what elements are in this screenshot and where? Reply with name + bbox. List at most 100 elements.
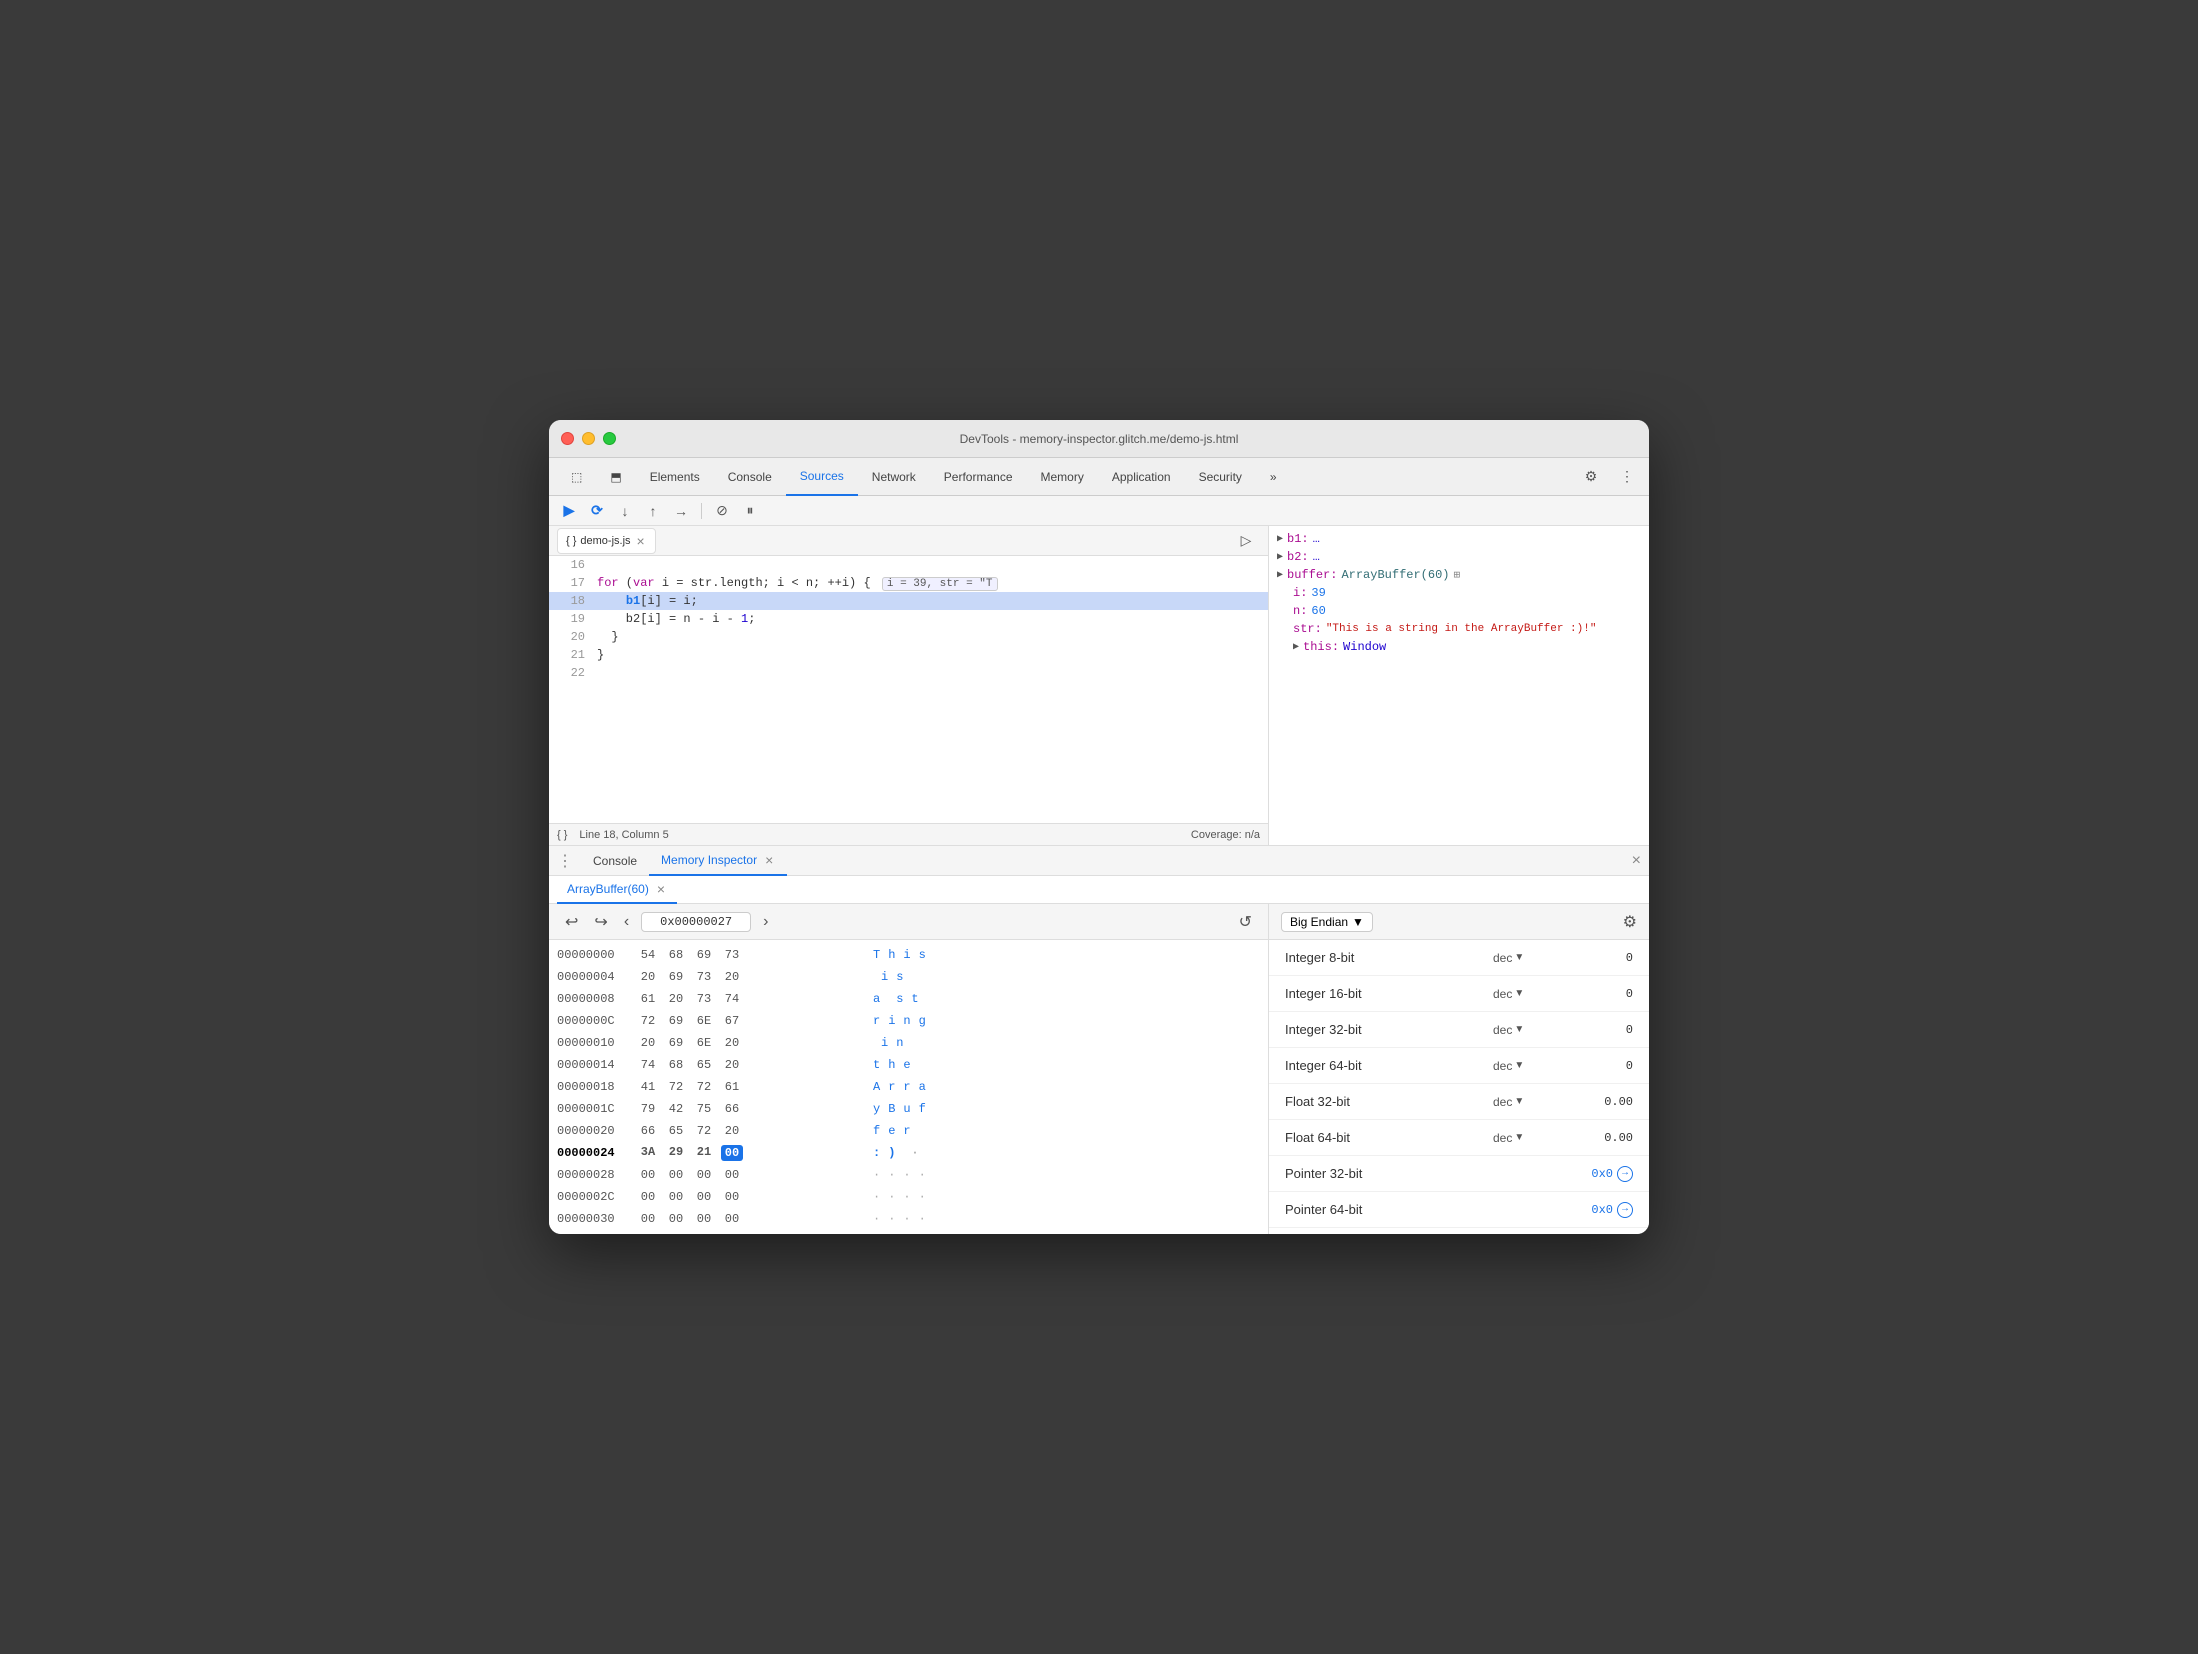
hex-char[interactable]: f xyxy=(919,1102,926,1116)
tab-cursor[interactable]: ⬚ xyxy=(557,458,596,496)
hex-byte[interactable]: 20 xyxy=(721,1036,743,1050)
hex-byte[interactable]: 73 xyxy=(693,992,715,1006)
hex-byte[interactable]: 69 xyxy=(665,1014,687,1028)
hex-byte[interactable]: 79 xyxy=(637,1102,659,1116)
hex-byte[interactable]: 00 xyxy=(637,1212,659,1226)
hex-char[interactable]: h xyxy=(888,1058,895,1072)
hex-char[interactable]: B xyxy=(888,1102,895,1116)
hex-char[interactable]: · xyxy=(888,1190,895,1204)
tab-network[interactable]: Network xyxy=(858,458,930,496)
hex-byte[interactable]: 00 xyxy=(721,1190,743,1204)
hex-byte[interactable]: 00 xyxy=(665,1168,687,1182)
hex-byte[interactable]: 42 xyxy=(665,1102,687,1116)
tab-drawer[interactable]: ⬒ xyxy=(596,458,635,496)
hex-byte[interactable]: 74 xyxy=(637,1058,659,1072)
hex-byte[interactable]: 68 xyxy=(665,948,687,962)
hex-byte[interactable]: 20 xyxy=(721,1058,743,1072)
hex-char[interactable]: i xyxy=(888,1014,895,1028)
tab-elements[interactable]: Elements xyxy=(636,458,714,496)
tab-application[interactable]: Application xyxy=(1098,458,1185,496)
hex-byte[interactable]: 00 xyxy=(637,1190,659,1204)
hex-char[interactable]: · xyxy=(919,1212,926,1226)
hex-char[interactable]: f xyxy=(873,1124,880,1138)
value-settings-icon[interactable]: ⚙ xyxy=(1623,912,1637,932)
memory-icon[interactable]: ⊞ xyxy=(1453,568,1460,582)
source-format-icon[interactable]: ▷ xyxy=(1232,527,1260,555)
hex-byte[interactable]: 29 xyxy=(665,1145,687,1161)
hex-char[interactable]: i xyxy=(881,1036,888,1050)
hex-byte[interactable]: 00 xyxy=(665,1212,687,1226)
format-select[interactable]: dec▼ xyxy=(1493,1059,1553,1073)
format-select[interactable]: dec▼ xyxy=(1493,987,1553,1001)
hex-byte[interactable]: 72 xyxy=(665,1080,687,1094)
undo-icon[interactable]: ↩ xyxy=(561,910,582,934)
format-select[interactable]: dec▼ xyxy=(1493,1131,1553,1145)
hex-char[interactable]: · xyxy=(873,1168,880,1182)
maximize-button[interactable] xyxy=(603,432,616,445)
hex-char[interactable]: s xyxy=(896,970,903,984)
hex-char[interactable]: r xyxy=(873,1014,880,1028)
tab-sources[interactable]: Sources xyxy=(786,458,858,496)
hex-byte[interactable]: 72 xyxy=(693,1080,715,1094)
hex-byte[interactable]: 6E xyxy=(693,1014,715,1028)
step-button[interactable]: → xyxy=(669,499,693,523)
breakpoints-icon[interactable]: ⊘ xyxy=(710,499,734,523)
refresh-icon[interactable]: ↺ xyxy=(1235,910,1256,934)
hex-byte[interactable]: 61 xyxy=(637,992,659,1006)
hex-char[interactable]: : xyxy=(873,1146,880,1160)
hex-byte[interactable]: 66 xyxy=(721,1102,743,1116)
hex-byte[interactable]: 41 xyxy=(637,1080,659,1094)
hex-byte[interactable]: 72 xyxy=(637,1014,659,1028)
tab-performance[interactable]: Performance xyxy=(930,458,1027,496)
hex-char[interactable]: e xyxy=(888,1124,895,1138)
next-address-button[interactable]: › xyxy=(759,911,772,933)
address-input[interactable] xyxy=(641,912,751,932)
format-select[interactable]: dec▼ xyxy=(1493,951,1553,965)
hex-byte[interactable]: 20 xyxy=(665,992,687,1006)
hex-char[interactable]: · xyxy=(919,1168,926,1182)
resume-button[interactable]: ▶ xyxy=(557,499,581,523)
hex-char[interactable]: n xyxy=(903,1014,910,1028)
hex-char[interactable]: i xyxy=(903,948,910,962)
settings-icon[interactable]: ⚙ xyxy=(1577,463,1605,491)
hex-char[interactable]: · xyxy=(903,1212,910,1226)
hex-char[interactable]: t xyxy=(911,992,918,1006)
hex-byte[interactable]: 69 xyxy=(693,948,715,962)
hex-char[interactable]: t xyxy=(873,1058,880,1072)
hex-byte[interactable]: 68 xyxy=(665,1058,687,1072)
hex-byte[interactable]: 21 xyxy=(693,1145,715,1161)
memory-inspector-close-icon[interactable]: × xyxy=(763,852,775,868)
hex-byte[interactable]: 54 xyxy=(637,948,659,962)
hex-char[interactable]: e xyxy=(903,1058,910,1072)
step-over-button[interactable]: ⟳ xyxy=(585,499,609,523)
hex-byte[interactable]: 00 xyxy=(693,1212,715,1226)
hex-char[interactable]: a xyxy=(919,1080,926,1094)
hex-char[interactable]: s xyxy=(919,948,926,962)
hex-byte[interactable]: 00 xyxy=(721,1145,743,1161)
hex-char[interactable]: ) xyxy=(888,1146,895,1160)
arraybuffer-close-icon[interactable]: × xyxy=(655,881,667,897)
hex-byte[interactable]: 72 xyxy=(693,1124,715,1138)
hex-byte[interactable]: 00 xyxy=(637,1168,659,1182)
tab-console[interactable]: Console xyxy=(714,458,786,496)
hex-byte[interactable]: 6E xyxy=(693,1036,715,1050)
tab-console-bottom[interactable]: Console xyxy=(581,846,649,876)
format-select[interactable]: dec▼ xyxy=(1493,1095,1553,1109)
hex-char[interactable]: T xyxy=(873,948,880,962)
hex-char[interactable]: · xyxy=(903,1168,910,1182)
minimize-button[interactable] xyxy=(582,432,595,445)
expand-icon[interactable]: ▶ xyxy=(1293,641,1299,653)
hex-char[interactable]: n xyxy=(896,1036,903,1050)
hex-byte[interactable]: 69 xyxy=(665,1036,687,1050)
hex-byte[interactable]: 3A xyxy=(637,1145,659,1161)
hex-char[interactable]: s xyxy=(896,992,903,1006)
tab-security[interactable]: Security xyxy=(1185,458,1256,496)
tab-more[interactable]: » xyxy=(1256,458,1291,496)
hex-char[interactable]: g xyxy=(919,1014,926,1028)
panel-close-right-icon[interactable]: × xyxy=(1632,852,1641,870)
hex-byte[interactable]: 20 xyxy=(637,1036,659,1050)
panel-menu-icon[interactable]: ⋮ xyxy=(557,851,573,871)
hex-char[interactable]: · xyxy=(888,1212,895,1226)
hex-char[interactable]: u xyxy=(903,1102,910,1116)
hex-char[interactable]: y xyxy=(873,1102,880,1116)
